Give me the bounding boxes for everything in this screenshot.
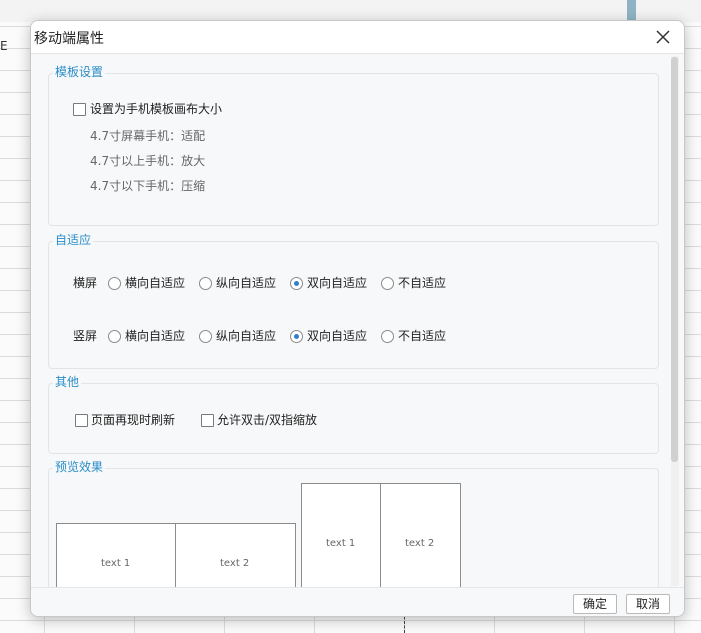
hint-line-2: 4.7寸以上手机：放大 (90, 154, 206, 168)
portrait-vertical-label: 纵向自适应 (216, 329, 277, 343)
landscape-vertical-label: 纵向自适应 (216, 276, 277, 290)
portrait-both-label: 双向自适应 (307, 329, 368, 343)
refresh-on-reappear-checkbox[interactable] (75, 414, 88, 427)
portrait-none-label: 不自适应 (398, 329, 447, 343)
landscape-label: 横屏 (73, 276, 98, 290)
landscape-none-radio[interactable] (381, 277, 394, 290)
hint-line-1: 4.7寸屏幕手机：适配 (90, 129, 206, 143)
mobile-properties-dialog: 移动端属性 模板设置 设置为手机模板画布大小 4.7寸屏幕手机：适配 4.7寸以… (30, 20, 685, 617)
close-button[interactable] (651, 25, 675, 49)
vertical-scrollbar-thumb[interactable] (671, 57, 678, 462)
landscape-both-label: 双向自适应 (307, 276, 368, 290)
phone-template-label: 设置为手机模板画布大小 (90, 102, 223, 116)
portrait-preview-cell-1: text 1 (301, 483, 382, 587)
other-section: 其他 页面再现时刷新 允许双击/双指缩放 (48, 374, 659, 454)
confirm-button[interactable]: 确定 (573, 594, 617, 614)
landscape-vertical-radio[interactable] (199, 277, 212, 290)
landscape-preview-cell-1: text 1 (56, 523, 177, 587)
landscape-none-label: 不自适应 (398, 276, 447, 290)
phone-template-checkbox[interactable] (73, 103, 86, 116)
landscape-preview-text-1: text 1 (101, 558, 131, 569)
section-title-adaptive: 自适应 (53, 232, 94, 248)
close-icon (656, 30, 670, 44)
portrait-preview-text-2: text 2 (405, 538, 435, 549)
section-title-template: 模板设置 (53, 64, 106, 80)
portrait-none-radio[interactable] (381, 330, 394, 343)
landscape-preview-cell-2: text 2 (175, 523, 296, 587)
allow-zoom-label: 允许双击/双指缩放 (217, 413, 318, 427)
portrait-both-radio[interactable] (290, 330, 303, 343)
spreadsheet-toolbar-strip (0, 0, 701, 22)
portrait-horizontal-radio[interactable] (108, 330, 121, 343)
hint-line-3: 4.7寸以下手机：压缩 (90, 179, 206, 193)
section-title-preview: 预览效果 (53, 459, 106, 475)
dialog-content: 模板设置 设置为手机模板画布大小 4.7寸屏幕手机：适配 4.7寸以上手机：放大… (31, 54, 684, 587)
spreadsheet-accent-bar (627, 0, 636, 22)
portrait-label: 竖屏 (73, 329, 98, 343)
dialog-title: 移动端属性 (34, 31, 104, 47)
spreadsheet-cell-text: E (0, 39, 8, 53)
refresh-on-reappear-label: 页面再现时刷新 (91, 413, 176, 427)
portrait-preview-text-1: text 1 (326, 538, 356, 549)
dialog-footer: 确定 取消 (31, 587, 684, 616)
dialog-titlebar: 移动端属性 (31, 21, 684, 54)
landscape-horizontal-radio[interactable] (108, 277, 121, 290)
template-settings-section: 模板设置 设置为手机模板画布大小 4.7寸屏幕手机：适配 4.7寸以上手机：放大… (48, 64, 659, 226)
landscape-horizontal-label: 横向自适应 (125, 276, 186, 290)
adaptive-section: 自适应 横屏 横向自适应 纵向自适应 双向自适应 不自适应 竖屏 横向自适应 纵… (48, 232, 659, 369)
landscape-preview-text-2: text 2 (220, 558, 250, 569)
portrait-horizontal-label: 横向自适应 (125, 329, 186, 343)
allow-zoom-checkbox[interactable] (201, 414, 214, 427)
landscape-both-radio[interactable] (290, 277, 303, 290)
cancel-button[interactable]: 取消 (626, 594, 670, 614)
portrait-preview-cell-2: text 2 (380, 483, 461, 587)
portrait-vertical-radio[interactable] (199, 330, 212, 343)
section-title-other: 其他 (53, 374, 82, 390)
